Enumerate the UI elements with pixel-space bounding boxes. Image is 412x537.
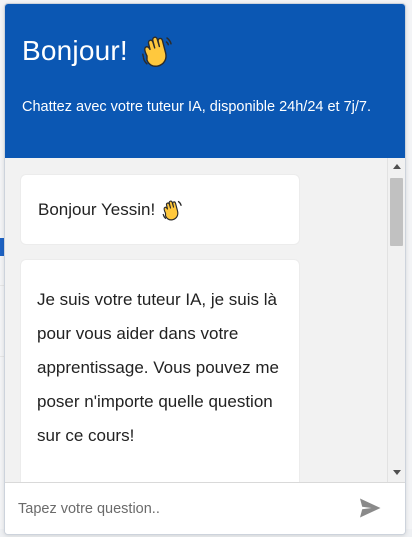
bot-message: Je suis votre tuteur IA, je suis là pour…	[21, 260, 299, 482]
message-text: Bonjour Yessin!	[38, 200, 156, 219]
message-scrollbar[interactable]	[387, 158, 405, 482]
scroll-up-arrow-icon[interactable]	[393, 164, 401, 169]
scroll-down-arrow-icon[interactable]	[393, 470, 401, 475]
send-button[interactable]	[357, 497, 383, 521]
chat-header: Bonjour! Chattez avec votre tuteur IA, d…	[5, 4, 405, 158]
waving-hand-icon	[140, 34, 174, 68]
composer-bar	[5, 482, 405, 534]
chat-widget: Bonjour! Chattez avec votre tuteur IA, d…	[4, 3, 406, 535]
send-icon	[358, 498, 382, 522]
bot-message: Bonjour Yessin!	[21, 175, 299, 244]
chat-title-row: Bonjour!	[22, 34, 174, 68]
scrollbar-thumb[interactable]	[390, 178, 403, 246]
question-input[interactable]	[15, 493, 341, 525]
message-list: Bonjour Yessin! Je suis votre tuteur IA,…	[5, 158, 387, 482]
waving-hand-icon	[161, 199, 183, 221]
message-content: Bonjour Yessin!	[38, 199, 183, 221]
chat-title: Bonjour!	[22, 35, 128, 66]
message-text: Je suis votre tuteur IA, je suis là pour…	[37, 290, 279, 445]
chat-subtitle: Chattez avec votre tuteur IA, disponible…	[22, 99, 372, 115]
